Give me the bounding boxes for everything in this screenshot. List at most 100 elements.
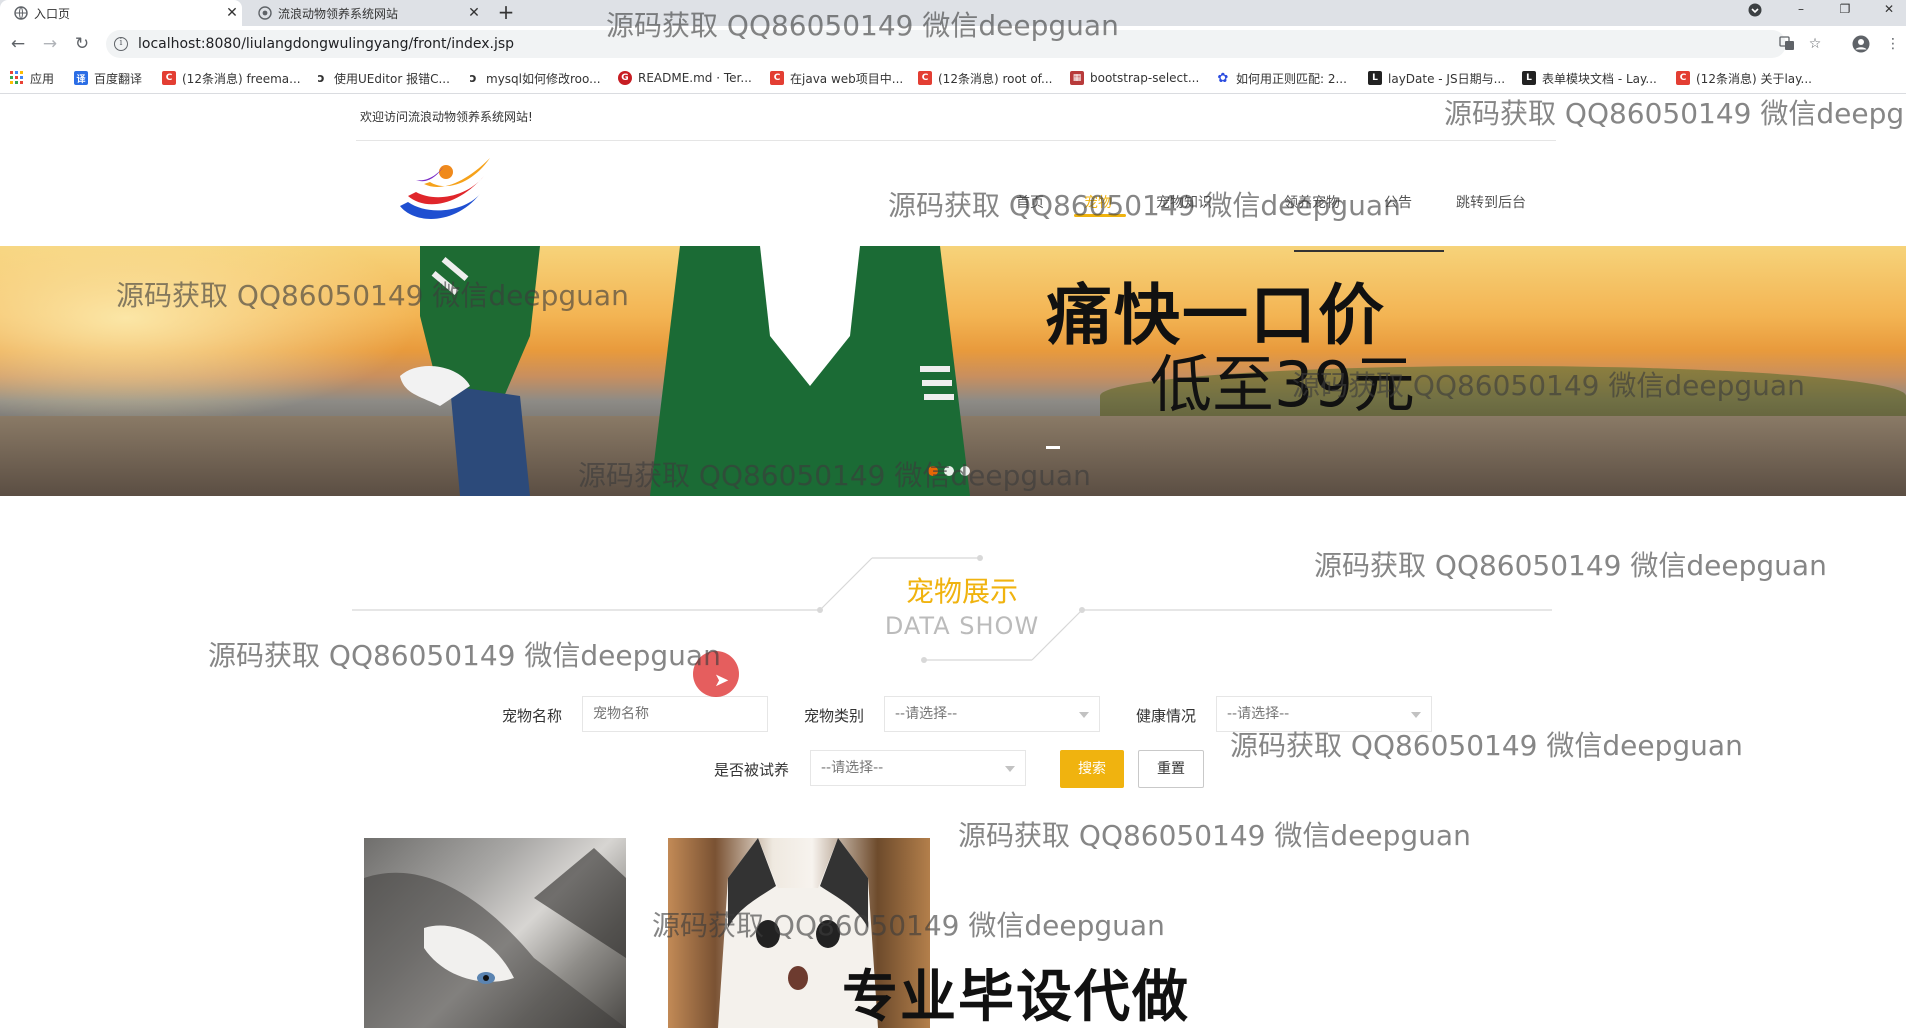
pet-name-label: 宠物名称 — [502, 707, 563, 725]
tab-strip: 入口页 ✕ 流浪动物领养系统网站 ✕ + – ❐ ✕ — [0, 0, 1906, 26]
section-ornament — [352, 555, 1552, 663]
section-subtitle: DATA SHOW — [884, 612, 1040, 640]
reset-button[interactable]: 重置 — [1138, 750, 1204, 788]
nav-adopt-pet[interactable]: 领养宠物 — [1284, 192, 1340, 212]
nav-notice[interactable]: 公告 — [1384, 192, 1412, 212]
csdn-icon: C — [1676, 71, 1690, 85]
bookmark-laydate[interactable]: L layDate - JS日期与... — [1368, 70, 1505, 86]
bookmark-label: 如何用正则匹配: 2... — [1236, 71, 1347, 86]
bookmark-freemarker[interactable]: C (12条消息) freema... — [162, 70, 301, 86]
tab-entry-page[interactable]: 入口页 ✕ — [0, 0, 242, 26]
nav-admin[interactable]: 跳转到后台 — [1456, 192, 1526, 212]
bookmark-label: 表单模块文档 - Lay... — [1542, 71, 1657, 86]
welcome-text: 欢迎访问流浪动物领养系统网站! — [360, 110, 533, 124]
chevron-down-icon — [1005, 766, 1015, 772]
bookmark-label: (12条消息) root of... — [938, 71, 1053, 86]
csdn-icon: C — [770, 71, 784, 85]
bookmark-ueditor[interactable]: ↄ 使用UEditor 报错C... — [314, 70, 450, 86]
bookmark-regex[interactable]: ✿ 如何用正则匹配: 2... — [1216, 70, 1347, 86]
star-icon[interactable]: ☆ — [1806, 35, 1824, 53]
banner-carousel[interactable]: 痛快一口价 低至39元 — [0, 246, 1906, 496]
trial-value: --请选择-- — [821, 760, 884, 776]
carousel-dot[interactable] — [960, 466, 970, 476]
minimize-button[interactable]: – — [1784, 0, 1818, 20]
bookmark-icon: ↄ — [469, 71, 477, 85]
nav-home[interactable]: 首页 — [1016, 192, 1044, 212]
search-button[interactable]: 搜索 — [1060, 750, 1124, 788]
trial-label: 是否被试养 — [714, 761, 790, 779]
tab-search-icon[interactable] — [1738, 0, 1772, 20]
chevron-down-icon — [1079, 712, 1089, 718]
bookmarks-bar: 应用 译 百度翻译 C (12条消息) freema... ↄ 使用UEdito… — [0, 62, 1906, 94]
bookmark-label: mysql如何修改roo... — [486, 71, 601, 86]
site-logo[interactable] — [394, 154, 494, 230]
section-title: 宠物展示 — [905, 575, 1018, 608]
section-heading: 宠物展示 DATA SHOW — [352, 550, 1552, 670]
pet-name-input[interactable] — [582, 696, 768, 732]
screen: { "browser": { "tabs": [ {"title": "入口页"… — [0, 0, 1906, 1028]
bookmark-java-web[interactable]: C 在java web项目中... — [770, 70, 903, 86]
close-tab-icon[interactable]: ✕ — [464, 5, 484, 21]
tab-title: 入口页 — [34, 6, 71, 21]
restore-button[interactable]: ❐ — [1828, 0, 1862, 20]
trial-select[interactable]: --请选择-- — [810, 750, 1026, 786]
bookmark-root-of[interactable]: C (12条消息) root of... — [918, 70, 1052, 86]
bookmark-form-docs[interactable]: L 表单模块文档 - Lay... — [1522, 70, 1657, 86]
health-value: --请选择-- — [1227, 706, 1290, 722]
bookmark-label: bootstrap-select... — [1090, 71, 1200, 85]
profile-icon[interactable] — [1852, 35, 1870, 53]
pet-type-select[interactable]: --请选择-- — [884, 696, 1100, 732]
close-tab-icon[interactable]: ✕ — [222, 5, 242, 21]
address-bar[interactable]: i localhost:8080/liulangdongwulingyang/f… — [106, 30, 1821, 58]
bookmark-readme[interactable]: G README.md · Ter... — [618, 70, 752, 86]
info-icon[interactable]: i — [114, 37, 128, 51]
nav-active-indicator — [1074, 214, 1126, 217]
reload-button[interactable]: ↻ — [72, 34, 92, 54]
bookmark-label: 在java web项目中... — [790, 71, 904, 86]
bookmark-label: 百度翻译 — [94, 71, 143, 86]
pet-type-value: --请选择-- — [895, 706, 958, 722]
health-label: 健康情况 — [1136, 707, 1197, 725]
watermark: 源码获取 QQ86050149 微信deepguan — [1444, 97, 1906, 130]
close-window-button[interactable]: ✕ — [1872, 0, 1906, 20]
bookmark-about-layui[interactable]: C (12条消息) 关于lay... — [1676, 70, 1812, 86]
csdn-icon: C — [162, 71, 176, 85]
tab-adoption-site[interactable]: 流浪动物领养系统网站 ✕ — [244, 0, 484, 26]
banner-price: 低至39元 — [1150, 348, 1415, 421]
chevron-down-icon — [1411, 712, 1421, 718]
baidu-icon: ✿ — [1217, 70, 1229, 86]
promo-overlay-text: 专业毕设代做 — [842, 965, 1190, 1028]
bookmark-mysql[interactable]: ↄ mysql如何修改roo... — [466, 70, 601, 86]
mouse-pointer-icon: ➤ — [714, 670, 730, 691]
bookmark-label: layDate - JS日期与... — [1388, 71, 1506, 86]
nav-pets[interactable]: 宠物 — [1084, 192, 1112, 212]
nav-pet-knowledge[interactable]: 宠物知识 — [1156, 192, 1212, 212]
bookmark-label: 使用UEditor 报错C... — [334, 71, 450, 86]
gitee-icon: G — [618, 71, 632, 85]
pet-card-husky[interactable] — [364, 838, 626, 1028]
url-text[interactable]: localhost:8080/liulangdongwulingyang/fro… — [138, 36, 514, 52]
bookmark-apps[interactable]: 应用 — [10, 70, 54, 86]
globe-icon — [14, 6, 28, 20]
apps-icon — [10, 71, 24, 85]
new-tab-button[interactable]: + — [494, 1, 518, 25]
browser-toolbar: ← → ↻ i localhost:8080/liulangdongwuling… — [0, 26, 1906, 62]
bookmark-bootstrap-select[interactable]: ▦ bootstrap-select... — [1070, 70, 1199, 86]
site-icon — [258, 6, 272, 20]
husky-photo — [364, 848, 626, 1028]
bookmark-icon: ▦ — [1070, 71, 1084, 85]
layui-icon: L — [1368, 71, 1382, 85]
bookmark-baidu-translate[interactable]: 译 百度翻译 — [74, 70, 142, 86]
tab-title: 流浪动物领养系统网站 — [278, 6, 399, 21]
forward-button[interactable]: → — [40, 34, 60, 54]
bookmark-icon: ↄ — [317, 71, 325, 85]
health-select[interactable]: --请选择-- — [1216, 696, 1432, 732]
carousel-dot[interactable] — [944, 466, 954, 476]
translate-icon[interactable] — [1778, 35, 1796, 53]
bookmark-label: (12条消息) 关于lay... — [1696, 71, 1812, 86]
back-button[interactable]: ← — [8, 34, 28, 54]
bookmark-label: README.md · Ter... — [638, 71, 752, 85]
bookmark-label: 应用 — [30, 71, 55, 86]
carousel-dot[interactable] — [928, 466, 938, 476]
menu-kebab-icon[interactable]: ⋮ — [1884, 35, 1902, 53]
